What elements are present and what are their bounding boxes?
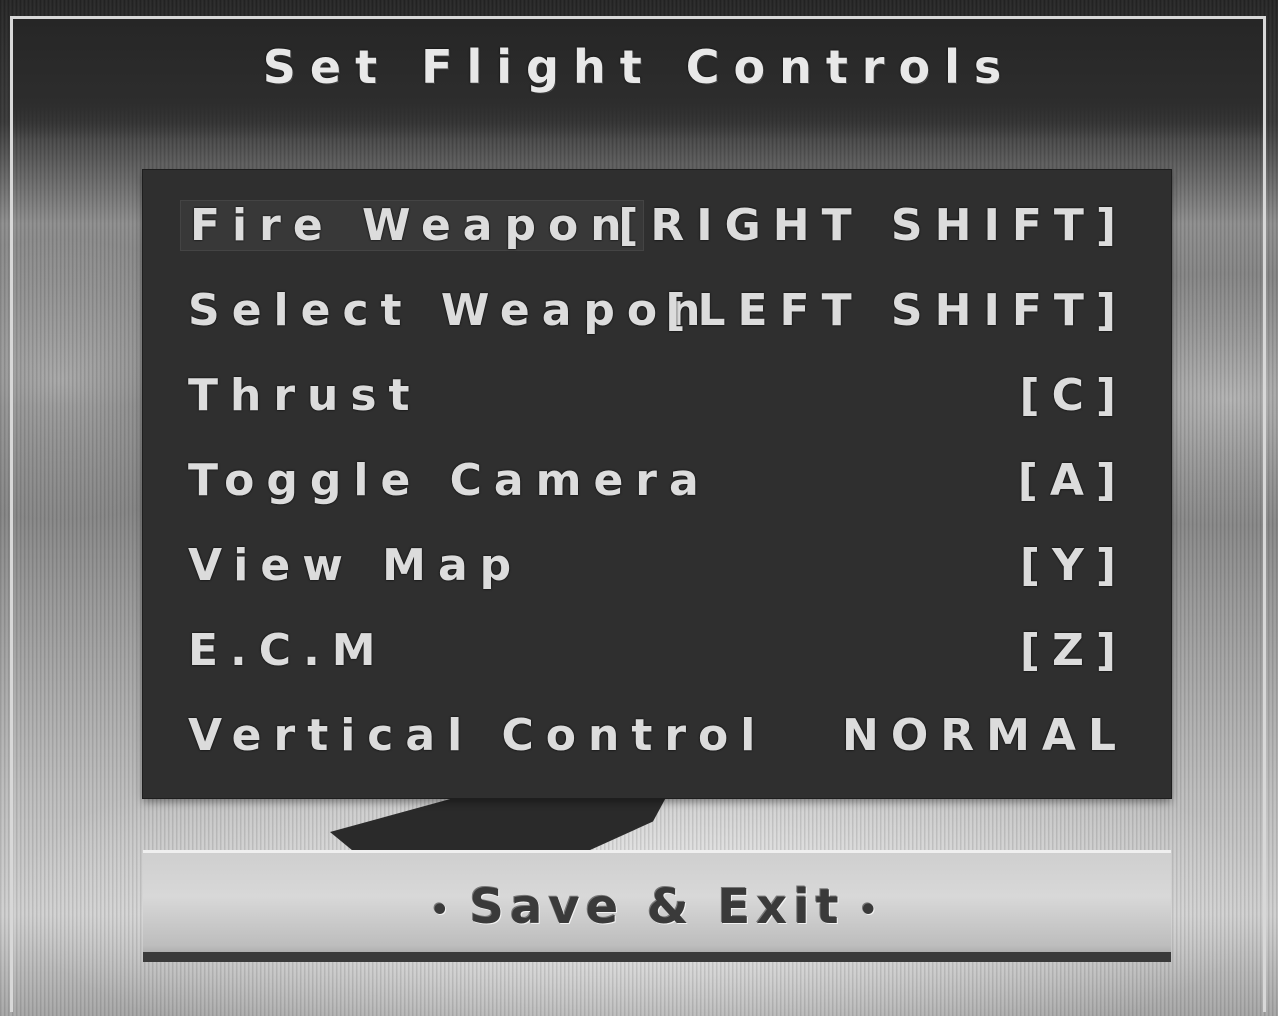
- game-screen: Set Flight Controls Fire Weapon [RIGHT S…: [0, 0, 1278, 1016]
- control-key-binding[interactable]: NORMAL: [842, 710, 1128, 761]
- control-row-vertical-control[interactable]: Vertical Control NORMAL: [188, 710, 1128, 770]
- control-key-binding[interactable]: [Z]: [1020, 625, 1128, 676]
- control-key-binding[interactable]: [Y]: [1020, 540, 1128, 591]
- page-title: Set Flight Controls: [262, 40, 1016, 94]
- bullet-left-icon: •: [430, 892, 456, 928]
- save-exit-text: Save & Exit: [469, 879, 845, 935]
- control-row-thrust[interactable]: Thrust [C]: [188, 370, 1128, 430]
- control-key-binding[interactable]: [RIGHT SHIFT]: [618, 200, 1128, 251]
- control-row-view-map[interactable]: View Map [Y]: [188, 540, 1128, 600]
- bullet-right-icon: •: [858, 892, 884, 928]
- control-key-binding[interactable]: [LEFT SHIFT]: [665, 285, 1128, 336]
- control-key-binding[interactable]: [A]: [1018, 455, 1128, 506]
- control-action-label: Thrust: [188, 370, 422, 421]
- controls-panel: Fire Weapon [RIGHT SHIFT] Select Weapon …: [143, 170, 1171, 798]
- control-row-ecm[interactable]: E.C.M [Z]: [188, 625, 1128, 685]
- control-action-label: Fire Weapon: [180, 200, 644, 251]
- control-action-label: Select Weapon: [188, 285, 713, 336]
- control-action-label: View Map: [188, 540, 524, 591]
- save-exit-button[interactable]: • Save & Exit •: [143, 850, 1171, 962]
- control-row-toggle-camera[interactable]: Toggle Camera [A]: [188, 455, 1128, 515]
- control-row-select-weapon[interactable]: Select Weapon [LEFT SHIFT]: [188, 285, 1128, 345]
- control-row-fire-weapon[interactable]: Fire Weapon [RIGHT SHIFT]: [180, 200, 1128, 260]
- control-key-binding[interactable]: [C]: [1019, 370, 1128, 421]
- control-action-label: Toggle Camera: [188, 455, 711, 506]
- save-exit-label: • Save & Exit •: [416, 879, 898, 935]
- control-action-label: E.C.M: [188, 625, 388, 676]
- control-action-label: Vertical Control: [188, 710, 768, 761]
